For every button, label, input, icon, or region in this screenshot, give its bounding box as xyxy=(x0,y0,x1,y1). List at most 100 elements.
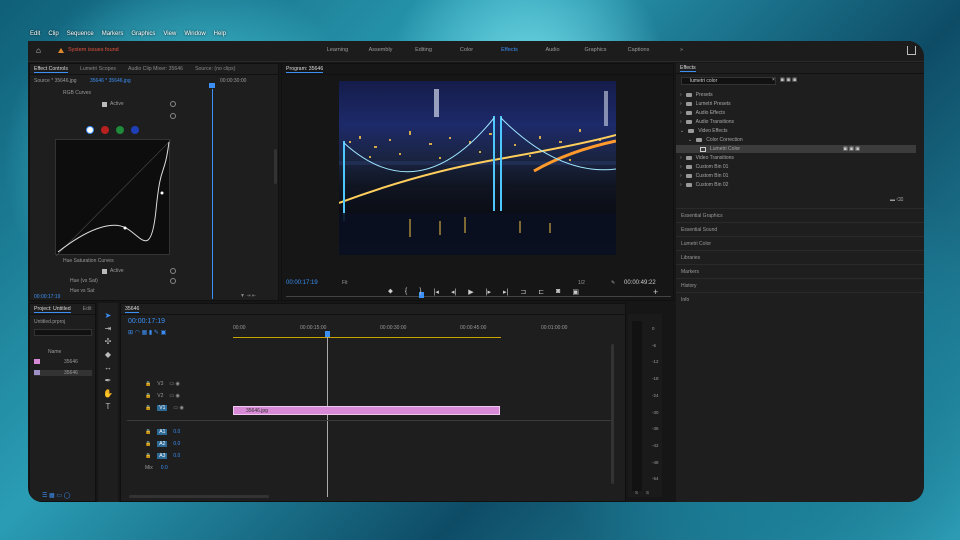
track-v2[interactable]: 🔒 V2 ▭ ◉ xyxy=(145,393,180,399)
section-info[interactable]: Info xyxy=(676,292,924,306)
track-select-icon[interactable]: ⇥ xyxy=(103,324,113,334)
solo-buttons[interactable]: SS xyxy=(635,490,649,495)
name-column-header[interactable]: Name xyxy=(48,349,61,355)
white-channel-dot[interactable] xyxy=(86,126,94,134)
menu-view[interactable]: View xyxy=(163,31,176,41)
reset-icon-3[interactable] xyxy=(170,268,176,274)
comparison-icon[interactable]: ▣ xyxy=(572,288,579,296)
reset-icon-2[interactable] xyxy=(170,113,176,119)
menu-clip[interactable]: Clip xyxy=(48,31,58,41)
tree-color-correction[interactable]: ⌄ Color Correction xyxy=(688,136,743,144)
section-libraries[interactable]: Libraries xyxy=(676,250,924,264)
project-view-icons[interactable]: ☰ ▦ ▭ ◯ xyxy=(42,492,70,499)
camera-icon[interactable]: ◙ xyxy=(556,288,560,296)
tree-lumetri-presets[interactable]: › Lumetri Presets xyxy=(680,100,731,108)
menu-window[interactable]: Window xyxy=(184,31,205,41)
mark-in-icon[interactable]: { xyxy=(405,288,407,296)
workspace-assembly[interactable]: Assembly xyxy=(359,47,402,53)
step-back-icon[interactable]: ◂| xyxy=(451,288,456,296)
section-lumetri-color[interactable]: Lumetri Color xyxy=(676,236,924,250)
project-item[interactable]: 35646 xyxy=(34,359,78,365)
filter-icon[interactable]: ▼ ⇥ ⇤ xyxy=(240,293,256,299)
ec-playhead-marker[interactable] xyxy=(209,83,215,88)
reset-icon-4[interactable] xyxy=(170,278,176,284)
insert-icon[interactable]: ⊐ xyxy=(520,288,526,296)
timeline-v-scrollbar[interactable] xyxy=(611,344,614,484)
track-a1[interactable]: 🔒 A1 0.0 xyxy=(145,429,180,435)
new-bin-icon[interactable]: ▬ ⌫ xyxy=(890,197,903,203)
workspace-audio[interactable]: Audio xyxy=(531,47,574,53)
wrench-icon[interactable]: ✎ xyxy=(611,280,615,286)
project-item-2[interactable]: 35646 xyxy=(34,370,92,376)
ripple-edit-icon[interactable]: ✣ xyxy=(103,337,113,347)
tree-custom-bin-2[interactable]: › Custom Bin 02 xyxy=(680,181,728,189)
tree-audio-transitions[interactable]: › Audio Transitions xyxy=(680,118,734,126)
selection-tool-icon[interactable]: ➤ xyxy=(103,311,113,321)
marker-icon[interactable]: ⬥ xyxy=(388,288,393,296)
curve-point[interactable] xyxy=(123,226,127,230)
fit-dropdown[interactable]: Fit xyxy=(342,280,348,286)
workspace-editing[interactable]: Editing xyxy=(402,47,445,53)
track-v1[interactable]: 🔒 V1 ▭ ◉ xyxy=(145,405,184,411)
work-area-bar[interactable] xyxy=(233,337,501,338)
tab-sequence[interactable]: 35646 xyxy=(125,306,140,313)
timeline-tool-icons[interactable]: ⊞ ◠ ▦ ▮ ✎ ▣ xyxy=(128,329,166,336)
step-forward-icon[interactable]: |▸ xyxy=(486,288,491,296)
video-frame[interactable] xyxy=(339,81,616,255)
program-timeline-bar[interactable] xyxy=(286,296,671,297)
blue-channel-dot[interactable] xyxy=(131,126,139,134)
tree-lumetri-color[interactable]: Lumetri Color ▣ ▣ ▣ xyxy=(676,145,916,153)
track-mix[interactable]: Mix 0.0 xyxy=(145,465,168,471)
menu-edit[interactable]: Edit xyxy=(30,31,40,41)
workspace-captions[interactable]: Captions xyxy=(617,47,660,53)
tree-video-effects[interactable]: ⌄ Video Effects xyxy=(680,127,727,135)
program-title[interactable]: Program: 35646 xyxy=(286,66,324,73)
section-history[interactable]: History xyxy=(676,278,924,292)
workspace-color[interactable]: Color xyxy=(445,47,488,53)
red-channel-dot[interactable] xyxy=(101,126,109,134)
tree-video-transitions[interactable]: › Video Transitions xyxy=(680,154,734,162)
clear-search-icon[interactable]: × xyxy=(772,77,775,83)
tab-source[interactable]: Source: (no clips) xyxy=(195,66,235,72)
tab-project[interactable]: Project: Untitled xyxy=(34,306,71,313)
tree-custom-bin-1[interactable]: › Custom Bin 01 xyxy=(680,163,728,171)
tab-audio-clip-mixer[interactable]: Audio Clip Mixer: 35646 xyxy=(128,66,183,72)
effects-search-input[interactable]: lumetri color xyxy=(681,77,776,85)
play-icon[interactable]: ▶ xyxy=(468,288,473,296)
tab-effect-controls[interactable]: Effect Controls xyxy=(34,66,68,73)
tab-effects[interactable]: Effects xyxy=(680,65,696,72)
workspace-learning[interactable]: Learning xyxy=(316,47,359,53)
active-checkbox[interactable] xyxy=(102,101,107,107)
menu-markers[interactable]: Markers xyxy=(102,31,124,41)
tab-lumetri-scopes[interactable]: Lumetri Scopes xyxy=(80,66,116,72)
slip-tool-icon[interactable]: ↔ xyxy=(103,363,113,373)
menu-graphics[interactable]: Graphics xyxy=(131,31,155,41)
hand-tool-icon[interactable]: ✋ xyxy=(103,389,113,399)
razor-tool-icon[interactable]: ◆ xyxy=(103,350,113,360)
go-to-in-icon[interactable]: |◂ xyxy=(434,288,439,296)
menu-sequence[interactable]: Sequence xyxy=(67,31,94,41)
resolution-dropdown[interactable]: 1/2 xyxy=(578,280,585,286)
go-to-out-icon[interactable]: ▸| xyxy=(503,288,508,296)
track-a2[interactable]: 🔒 A2 0.0 xyxy=(145,441,180,447)
video-clip[interactable]: 35646.jpg xyxy=(233,406,500,415)
reset-icon[interactable] xyxy=(170,101,176,107)
type-tool-icon[interactable]: T xyxy=(103,402,113,412)
timeline-h-scrollbar[interactable] xyxy=(129,495,269,498)
curve-point-2[interactable] xyxy=(160,191,164,195)
workspace-effects[interactable]: Effects xyxy=(488,47,531,53)
workspace-graphics[interactable]: Graphics xyxy=(574,47,617,53)
timeline-playhead[interactable] xyxy=(327,337,328,497)
tree-custom-bin-1b[interactable]: › Custom Bin 01 xyxy=(680,172,728,180)
pen-tool-icon[interactable]: ✒ xyxy=(103,376,113,386)
effect-filter-icons[interactable]: ▣ ▣ ▣ xyxy=(780,77,797,83)
home-icon[interactable]: ⌂ xyxy=(36,47,44,55)
source-label[interactable]: Source * 35646.jpg xyxy=(34,78,77,84)
rgb-curve-graph[interactable] xyxy=(55,139,172,257)
tree-presets[interactable]: › Presets xyxy=(680,91,713,99)
system-warning[interactable]: System issues found xyxy=(58,47,119,53)
hue-active-row[interactable]: Active xyxy=(102,268,124,274)
active-checkbox-2[interactable] xyxy=(102,268,107,274)
rgb-active-row[interactable]: Active xyxy=(102,101,124,107)
add-button-icon[interactable]: + xyxy=(653,287,658,297)
